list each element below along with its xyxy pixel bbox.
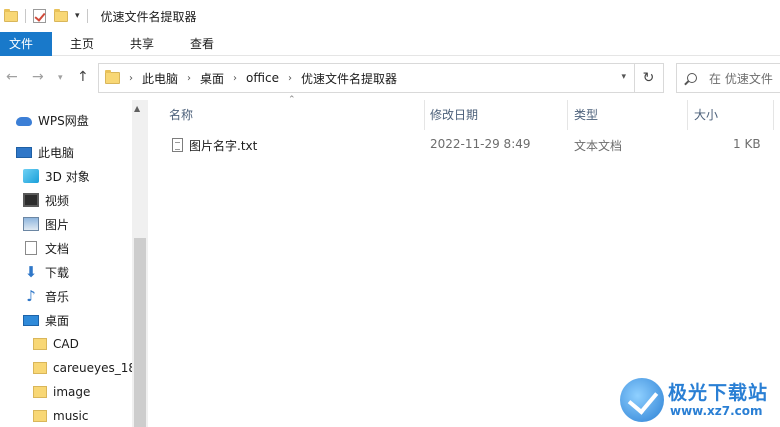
tab-view[interactable]: 查看 — [172, 32, 232, 56]
folder-icon — [4, 8, 18, 22]
navigation-bar: ← → ▾ ↑ › 此电脑 › 桌面 › office › 优速文件名提取器 ▾… — [0, 56, 780, 100]
document-icon — [25, 241, 37, 255]
tab-home[interactable]: 主页 — [52, 32, 112, 56]
tab-share[interactable]: 共享 — [112, 32, 172, 56]
chevron-right-icon[interactable]: › — [187, 73, 191, 84]
file-type: 文本文档 — [574, 139, 623, 153]
3d-objects-icon — [23, 169, 39, 183]
watermark-title: 极光下载站 — [668, 382, 769, 404]
nav-item-folder-music[interactable]: music — [33, 404, 88, 427]
picture-icon — [23, 217, 39, 231]
nav-item-folder-careueyes[interactable]: careueyes_18 — [33, 356, 136, 380]
nav-item-label: 下载 — [45, 265, 70, 280]
nav-item-label: 桌面 — [45, 313, 70, 328]
breadcrumb-office[interactable]: office — [246, 71, 279, 85]
text-file-icon — [172, 138, 183, 152]
scroll-up-arrow-icon[interactable]: ▲ — [134, 104, 140, 113]
column-header-size[interactable]: 大小 — [694, 107, 718, 124]
nav-item-3d-objects[interactable]: 3D 对象 — [23, 164, 90, 188]
nav-item-folder-cad[interactable]: CAD — [33, 332, 79, 356]
column-divider[interactable] — [687, 100, 688, 130]
column-divider[interactable] — [424, 100, 425, 130]
sort-indicator-icon: ⌃ — [288, 95, 296, 105]
column-header-type[interactable]: 类型 — [574, 107, 598, 124]
file-size: 1 KB — [733, 137, 761, 151]
separator — [25, 9, 26, 23]
column-header-modified[interactable]: 修改日期 — [430, 107, 478, 124]
nav-item-label: image — [53, 385, 91, 399]
nav-item-music[interactable]: ♪ 音乐 — [23, 284, 69, 308]
folder-icon — [33, 338, 47, 350]
chevron-right-icon[interactable]: › — [288, 73, 292, 84]
nav-item-this-pc[interactable]: 此电脑 — [16, 140, 74, 164]
back-arrow-icon[interactable]: ← — [6, 69, 18, 85]
quick-access-toolbar: ▾ — [0, 0, 95, 32]
watermark: 极光下载站 www.xz7.com — [620, 374, 780, 427]
computer-icon — [16, 146, 32, 158]
nav-item-desktop[interactable]: 桌面 — [23, 308, 69, 332]
title-bar: ▾ 优速文件名提取器 — [0, 0, 780, 32]
column-header-name[interactable]: 名称 — [169, 107, 193, 124]
file-row[interactable]: 图片名字.txt 2022-11-29 8:49 文本文档 1 KB — [162, 134, 766, 156]
video-icon — [23, 193, 39, 207]
tab-file[interactable]: 文件 — [0, 32, 53, 56]
separator — [86, 9, 88, 23]
file-name: 图片名字.txt — [189, 139, 258, 153]
nav-scrollbar-thumb[interactable] — [134, 238, 146, 427]
download-icon: ⬇ — [24, 263, 38, 281]
address-history-dropdown-icon[interactable]: ▾ — [621, 72, 626, 82]
nav-item-documents[interactable]: 文档 — [25, 236, 69, 260]
recent-locations-dropdown-icon[interactable]: ▾ — [58, 73, 63, 83]
chevron-right-icon[interactable]: › — [129, 73, 133, 84]
window-title: 优速文件名提取器 — [100, 9, 197, 24]
new-folder-icon[interactable] — [54, 8, 68, 22]
breadcrumb-current-folder[interactable]: 优速文件名提取器 — [301, 70, 397, 87]
file-name-cell[interactable]: 图片名字.txt — [172, 137, 257, 154]
column-divider[interactable] — [567, 100, 568, 130]
nav-item-label: 文档 — [45, 241, 70, 256]
nav-item-label: CAD — [53, 337, 79, 351]
breadcrumb-desktop[interactable]: 桌面 — [200, 70, 224, 87]
nav-item-label: WPS网盘 — [38, 113, 89, 128]
refresh-button[interactable]: ↻ — [634, 63, 664, 93]
search-icon — [687, 73, 697, 83]
folder-icon — [33, 362, 47, 374]
music-icon: ♪ — [26, 287, 36, 305]
nav-item-wps-drive[interactable]: WPS网盘 — [16, 108, 89, 132]
file-modified: 2022-11-29 8:49 — [430, 137, 531, 151]
search-box[interactable]: 在 优速文件 — [676, 63, 780, 93]
nav-item-downloads[interactable]: ⬇ 下载 — [23, 260, 69, 284]
search-placeholder: 在 优速文件 — [709, 71, 773, 86]
refresh-icon: ↻ — [642, 70, 655, 86]
ribbon-tabs: 文件 主页 共享 查看 — [0, 32, 780, 56]
nav-item-folder-image[interactable]: image — [33, 380, 90, 404]
folder-icon — [105, 70, 120, 84]
nav-item-label: 图片 — [45, 217, 70, 232]
customize-toolbar-dropdown-icon[interactable]: ▾ — [75, 11, 80, 21]
nav-item-label: careueyes_18 — [53, 361, 136, 375]
cloud-icon — [16, 117, 32, 126]
nav-item-label: 音乐 — [45, 289, 70, 304]
nav-item-videos[interactable]: 视频 — [23, 188, 69, 212]
chevron-right-icon[interactable]: › — [233, 73, 237, 84]
nav-item-label: 视频 — [45, 193, 70, 208]
breadcrumb-this-pc[interactable]: 此电脑 — [142, 70, 178, 87]
folder-icon — [33, 386, 47, 398]
properties-icon[interactable] — [33, 9, 46, 23]
folder-icon — [33, 410, 47, 422]
nav-item-label: music — [53, 409, 89, 423]
nav-item-label: 3D 对象 — [45, 169, 90, 184]
address-bar[interactable]: › 此电脑 › 桌面 › office › 优速文件名提取器 ▾ — [98, 63, 635, 93]
column-divider[interactable] — [773, 100, 774, 130]
watermark-url: www.xz7.com — [670, 404, 763, 418]
nav-item-pictures[interactable]: 图片 — [23, 212, 69, 236]
nav-item-label: 此电脑 — [38, 145, 75, 160]
navigation-pane: WPS网盘 此电脑 3D 对象 视频 图片 文档 ⬇ 下载 ♪ 音乐 桌面 CA… — [0, 100, 148, 427]
forward-arrow-icon[interactable]: → — [32, 69, 44, 85]
up-arrow-icon[interactable]: ↑ — [77, 69, 89, 85]
aurora-logo-icon — [620, 378, 664, 422]
desktop-icon — [23, 314, 39, 326]
